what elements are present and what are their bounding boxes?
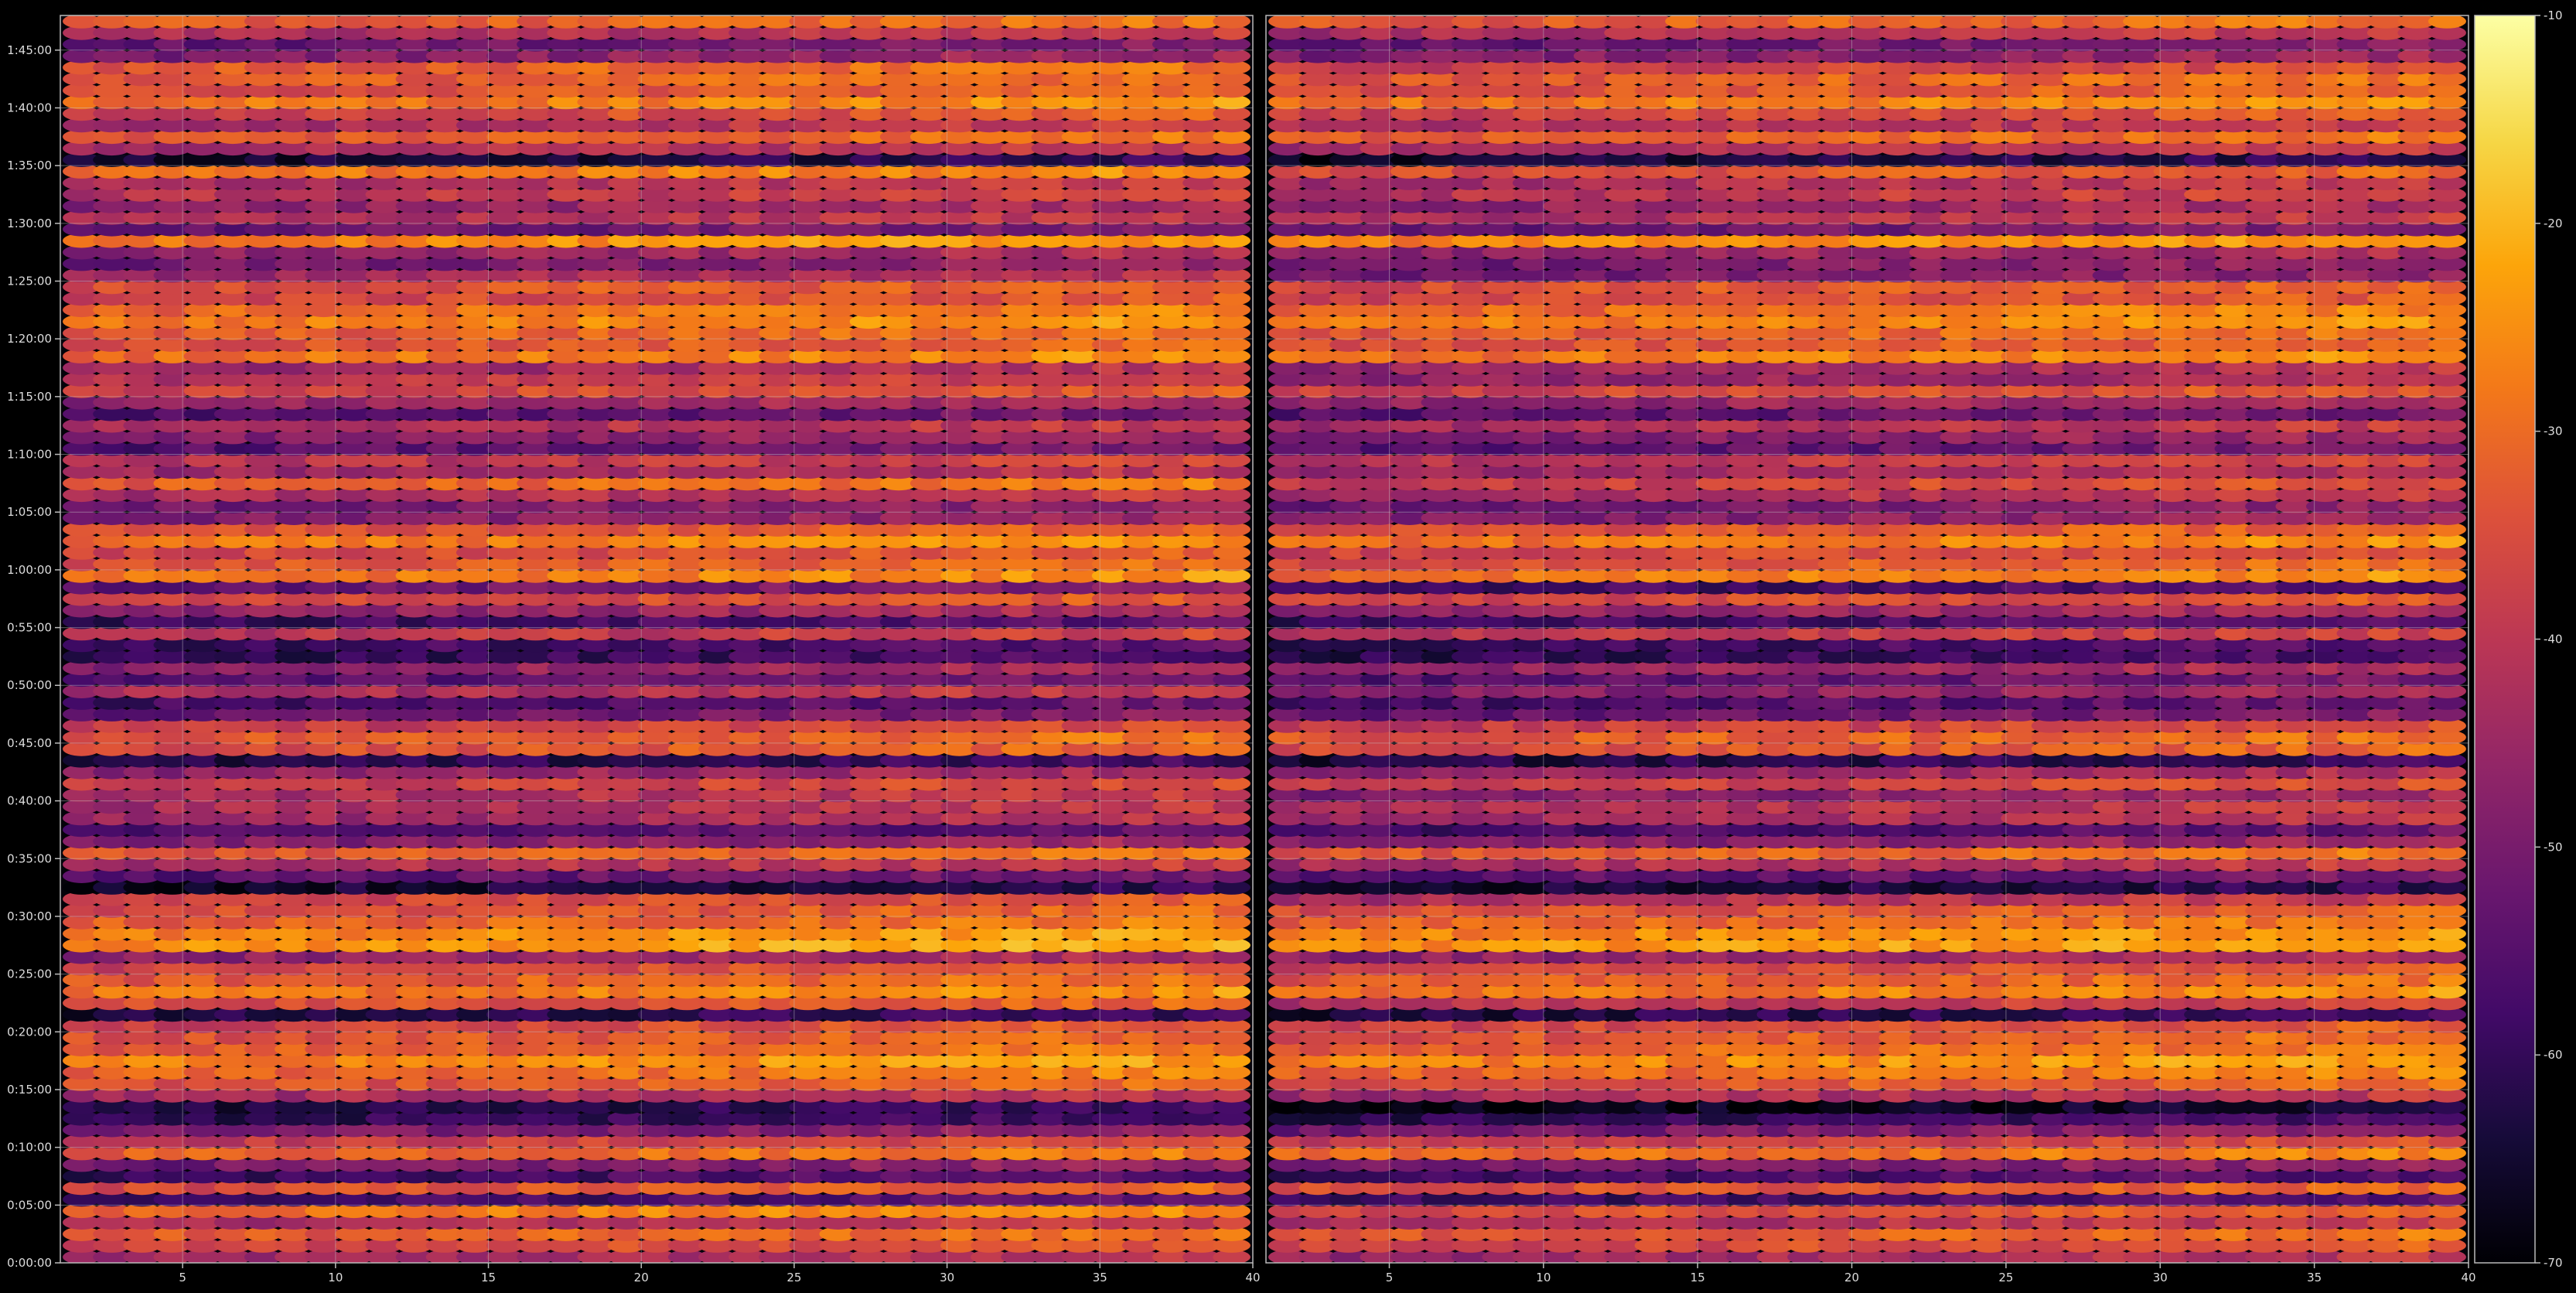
heatmap-panel-left: [60, 15, 1254, 1264]
heatmap-panel-right: [1265, 15, 2469, 1264]
chart-figure: 0:00:000:05:000:10:000:15:000:20:000:25:…: [0, 0, 2576, 1293]
heatmap-cell: [1213, 15, 1250, 29]
